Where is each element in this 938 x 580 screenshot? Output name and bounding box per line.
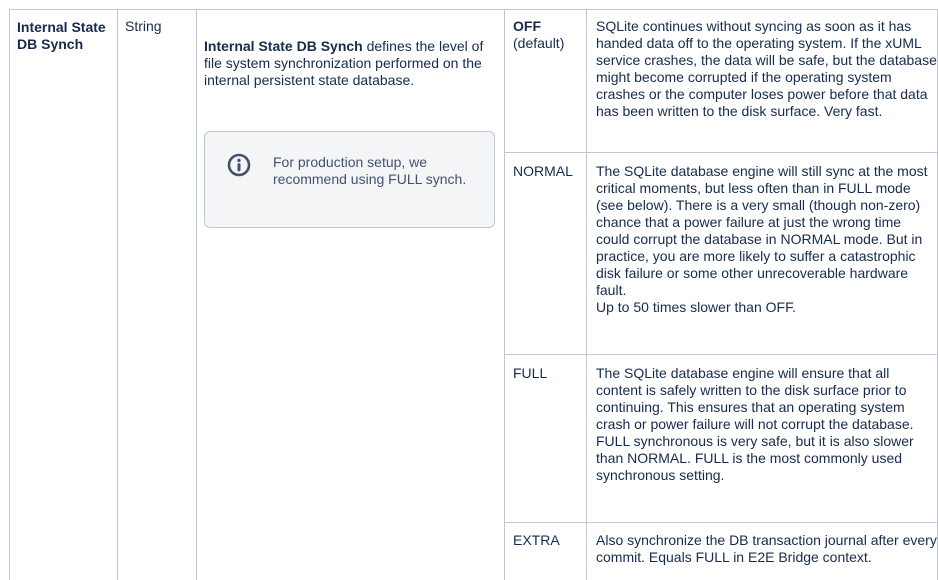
option-value-off: OFF (513, 18, 541, 34)
parameter-name: Internal State DB Synch (17, 19, 106, 52)
option-description-normal-cell: The SQLite database engine will still sy… (596, 163, 937, 316)
info-panel-text: For production setup, we recommend using… (273, 154, 467, 187)
table-border-top (9, 9, 938, 10)
parameter-type: String (125, 18, 162, 34)
column-divider-2 (196, 9, 197, 580)
option-value-normal: NORMAL (513, 163, 573, 179)
option-value-full: FULL (513, 365, 548, 381)
table-border-left (9, 9, 10, 580)
nested-row-divider-1 (504, 152, 938, 153)
option-description-full: The SQLite database engine will ensure t… (596, 365, 914, 483)
option-description-off: SQLite continues without syncing as soon… (596, 18, 937, 119)
info-icon (227, 153, 251, 177)
nested-row-divider-2 (504, 354, 938, 355)
parameter-description: Internal State DB Synch defines the leve… (204, 38, 494, 89)
option-default-note: (default) (513, 35, 565, 51)
parameter-description-term: Internal State DB Synch (204, 38, 363, 54)
option-value-extra: EXTRA (513, 532, 560, 548)
option-description-extra: Also synchronize the DB transaction jour… (596, 532, 937, 565)
option-description-normal: The SQLite database engine will still sy… (596, 163, 928, 298)
nested-row-divider-3 (504, 522, 938, 523)
column-divider-3 (504, 9, 505, 580)
nested-column-divider (586, 9, 587, 580)
column-divider-1 (117, 9, 118, 580)
option-description-normal-extra: Up to 50 times slower than OFF. (596, 299, 796, 315)
option-value-off-cell: OFF (default) (513, 18, 583, 52)
info-panel: For production setup, we recommend using… (204, 131, 495, 228)
